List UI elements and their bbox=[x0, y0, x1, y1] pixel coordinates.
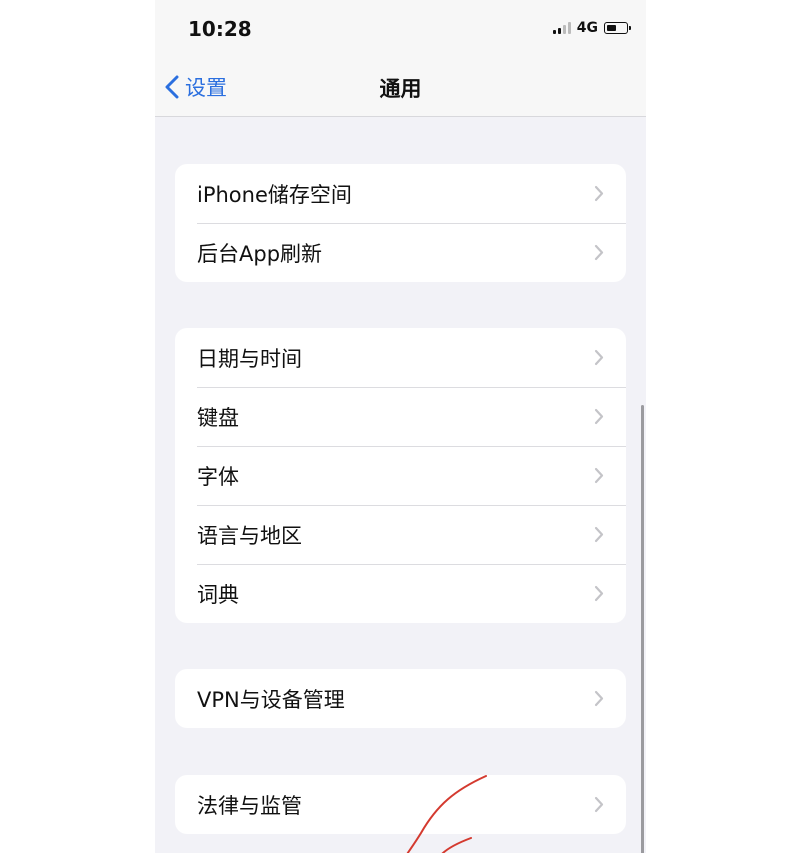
row-label: VPN与设备管理 bbox=[197, 687, 345, 712]
row-language-region[interactable]: 语言与地区 bbox=[175, 505, 626, 564]
navigation-bar: 设置 通用 bbox=[155, 60, 646, 117]
row-label: 法律与监管 bbox=[197, 793, 302, 818]
chevron-right-icon bbox=[594, 408, 604, 425]
row-label: 键盘 bbox=[197, 405, 239, 430]
row-label: iPhone储存空间 bbox=[197, 182, 352, 207]
chevron-right-icon bbox=[594, 585, 604, 602]
chevron-right-icon bbox=[594, 467, 604, 484]
row-vpn-device-management[interactable]: VPN与设备管理 bbox=[175, 669, 626, 728]
settings-group-storage: iPhone储存空间 后台App刷新 bbox=[175, 164, 626, 282]
row-label: 词典 bbox=[197, 582, 239, 607]
chevron-right-icon bbox=[594, 185, 604, 202]
chevron-right-icon bbox=[594, 349, 604, 366]
row-legal-regulatory[interactable]: 法律与监管 bbox=[175, 775, 626, 834]
cellular-signal-icon bbox=[552, 22, 571, 34]
network-type: 4G bbox=[576, 20, 598, 36]
settings-group-locale: 日期与时间 键盘 字体 语言与地区 词典 bbox=[175, 328, 626, 623]
row-iphone-storage[interactable]: iPhone储存空间 bbox=[175, 164, 626, 223]
row-fonts[interactable]: 字体 bbox=[175, 446, 626, 505]
status-bar: 10:28 4G bbox=[155, 0, 646, 60]
chevron-right-icon bbox=[594, 690, 604, 707]
row-date-time[interactable]: 日期与时间 bbox=[175, 328, 626, 387]
row-label: 日期与时间 bbox=[197, 346, 302, 371]
status-indicators: 4G bbox=[552, 20, 631, 36]
row-background-app-refresh[interactable]: 后台App刷新 bbox=[175, 223, 626, 282]
chevron-right-icon bbox=[594, 244, 604, 261]
row-label: 字体 bbox=[197, 464, 239, 489]
scroll-indicator[interactable] bbox=[641, 405, 644, 853]
settings-group-legal: 法律与监管 bbox=[175, 775, 626, 834]
row-keyboard[interactable]: 键盘 bbox=[175, 387, 626, 446]
row-label: 后台App刷新 bbox=[197, 241, 323, 266]
phone-screen: 10:28 4G 设置 通用 iPhone储存空间 后台App刷新 日期与时间 … bbox=[155, 0, 646, 853]
page-title: 通用 bbox=[379, 77, 422, 101]
chevron-right-icon bbox=[594, 796, 604, 813]
battery-icon bbox=[604, 22, 631, 34]
status-time: 10:28 bbox=[188, 17, 252, 41]
chevron-right-icon bbox=[594, 526, 604, 543]
row-dictionary[interactable]: 词典 bbox=[175, 564, 626, 623]
row-label: 语言与地区 bbox=[197, 523, 302, 548]
settings-group-vpn: VPN与设备管理 bbox=[175, 669, 626, 728]
